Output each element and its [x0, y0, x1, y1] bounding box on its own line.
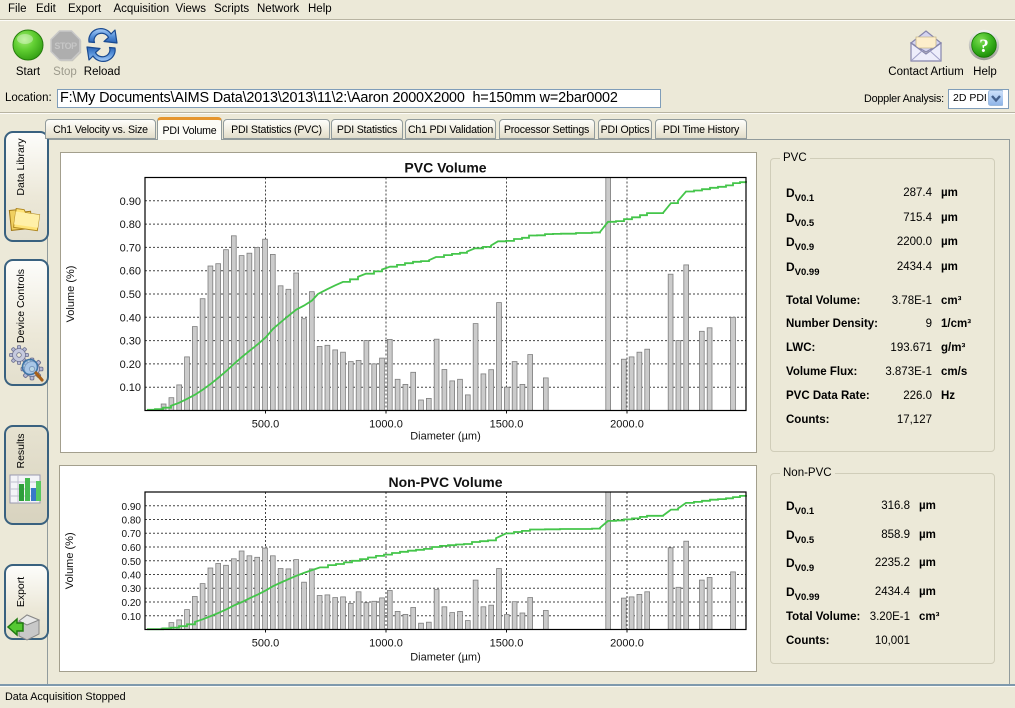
svg-text:0.40: 0.40 [120, 312, 141, 324]
svg-text:0.30: 0.30 [122, 584, 142, 595]
svg-text:1500.0: 1500.0 [490, 419, 524, 431]
svg-text:0.30: 0.30 [120, 336, 141, 348]
svg-text:Diameter (µm): Diameter (µm) [410, 431, 481, 443]
svg-text:0.20: 0.20 [122, 598, 142, 609]
svg-text:Volume (%): Volume (%) [65, 266, 77, 323]
svg-text:0.50: 0.50 [120, 289, 141, 301]
svg-text:500.0: 500.0 [252, 419, 280, 431]
svg-text:Non-PVC Volume: Non-PVC Volume [388, 474, 502, 490]
svg-text:0.70: 0.70 [122, 529, 142, 540]
svg-text:0.10: 0.10 [120, 382, 141, 394]
svg-text:Results: Results [15, 433, 27, 468]
svg-text:2000.0: 2000.0 [610, 638, 644, 650]
svg-text:0.80: 0.80 [120, 219, 141, 231]
svg-text:Diameter (µm): Diameter (µm) [410, 652, 481, 664]
svg-text:0.40: 0.40 [122, 571, 142, 582]
svg-text:0.10: 0.10 [122, 612, 142, 623]
svg-text:0.80: 0.80 [122, 516, 142, 527]
svg-text:0.50: 0.50 [122, 557, 142, 568]
svg-text:STOP: STOP [54, 41, 77, 51]
svg-text:PVC Volume: PVC Volume [404, 160, 486, 176]
svg-text:Device Controls: Device Controls [15, 269, 27, 343]
svg-text:0.70: 0.70 [120, 242, 141, 254]
svg-text:0.90: 0.90 [122, 502, 142, 513]
svg-text:0.20: 0.20 [120, 359, 141, 371]
svg-text:1000.0: 1000.0 [369, 638, 403, 650]
svg-text:?: ? [979, 36, 989, 57]
svg-text:500.0: 500.0 [252, 638, 280, 650]
svg-text:Export: Export [15, 577, 27, 607]
svg-text:Volume (%): Volume (%) [64, 532, 76, 589]
svg-text:0.60: 0.60 [120, 266, 141, 278]
svg-text:1000.0: 1000.0 [369, 419, 403, 431]
svg-text:2000.0: 2000.0 [610, 419, 644, 431]
svg-text:0.90: 0.90 [120, 196, 141, 208]
svg-text:1500.0: 1500.0 [490, 638, 524, 650]
svg-text:0.60: 0.60 [122, 543, 142, 554]
svg-text:Data Library: Data Library [15, 138, 27, 196]
